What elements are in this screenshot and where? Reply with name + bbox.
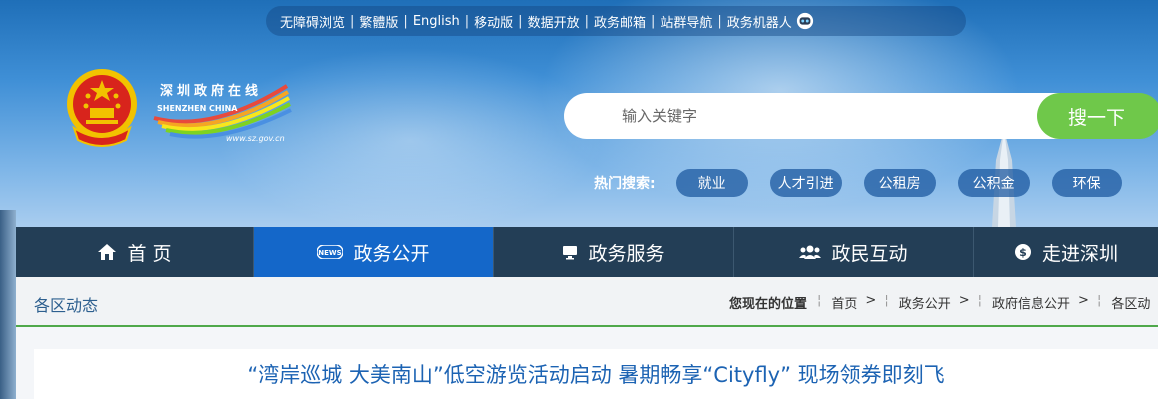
utility-bar: 无障碍浏览 | 繁體版 | English | 移动版 | 数据开放 | 政务邮箱 | 站群… xyxy=(266,6,966,36)
news-icon: NEWS xyxy=(317,245,344,259)
breadcrumb-home[interactable]: 首页 xyxy=(831,293,857,312)
hot-tag-talent[interactable]: 人才引进 xyxy=(769,169,842,197)
search-input[interactable] xyxy=(564,93,1064,139)
open-data-link[interactable]: 数据开放 xyxy=(528,12,580,31)
gov-mail-link[interactable]: 政务邮箱 xyxy=(594,12,646,31)
nav-label: 走进深圳 xyxy=(1041,242,1118,265)
nav-label: 首 页 xyxy=(127,242,172,265)
nav-label: 政务公开 xyxy=(353,242,430,265)
svg-text:$: $ xyxy=(1019,246,1027,259)
logo-chinese-name: 深圳政府在线 xyxy=(160,84,263,99)
hot-search-label: 热门搜索: xyxy=(594,176,656,192)
nav-item-home[interactable]: 首 页 xyxy=(16,227,254,277)
hot-tag-environment[interactable]: 环保 xyxy=(1051,169,1122,197)
article-title: “湾岸巡城 大美南山”低空游览活动启动 暑期畅享“Cityfly” 现场领券即刻… xyxy=(247,363,945,387)
logo-english-name: SHENZHEN CHINA xyxy=(157,104,238,113)
english-link[interactable]: English xyxy=(413,14,460,29)
search-button[interactable]: 搜一下 xyxy=(1037,93,1158,139)
national-emblem-icon xyxy=(67,69,137,147)
breadcrumb-gov-affairs[interactable]: 政务公开 xyxy=(899,293,951,312)
building-decoration xyxy=(0,210,16,399)
traditional-chinese-link[interactable]: 繁體版 xyxy=(359,12,398,31)
hot-tag-employment[interactable]: 就业 xyxy=(675,169,748,197)
nav-label: 政务服务 xyxy=(588,242,665,265)
section-title: 各区动态 xyxy=(34,296,99,315)
nav-item-about-shenzhen[interactable]: $ 走进深圳 xyxy=(974,227,1158,277)
nav-label: 政民互动 xyxy=(831,242,908,265)
people-icon xyxy=(799,244,822,260)
hot-tag-public-housing[interactable]: 公租房 xyxy=(863,169,936,197)
mobile-version-link[interactable]: 移动版 xyxy=(474,12,513,31)
home-icon xyxy=(97,243,117,261)
gov-robot-link[interactable]: 政务机器人 xyxy=(727,12,792,31)
breadcrumb-bar: 各区动态 您现在的位置 ¦ 首页 > ¦ 政务公开 > ¦ 政府信息公开 > ¦ 各区… xyxy=(16,277,1158,327)
hot-search-bar: 热门搜索: 就业 人才引进 公租房 公积金 环保 xyxy=(594,169,1144,197)
breadcrumb: 您现在的位置 ¦ 首页 > ¦ 政务公开 > ¦ 政府信息公开 > ¦ 各区动 xyxy=(729,293,1151,312)
logo-url: www.sz.gov.cn xyxy=(226,134,285,143)
accessibility-link[interactable]: 无障碍浏览 xyxy=(280,12,345,31)
hot-tag-housing-fund[interactable]: 公积金 xyxy=(957,169,1030,197)
info-icon: $ xyxy=(1014,243,1032,261)
breadcrumb-gov-info[interactable]: 政府信息公开 xyxy=(992,293,1070,312)
svg-text:NEWS: NEWS xyxy=(319,249,342,257)
main-nav: 首 页 NEWS 政务公开 政务服务 政民互动 $ 走进深圳 xyxy=(16,227,1158,277)
nav-item-gov-affairs[interactable]: NEWS 政务公开 xyxy=(254,227,494,277)
breadcrumb-current-label: 您现在的位置 xyxy=(729,297,808,312)
nav-item-interaction[interactable]: 政民互动 xyxy=(734,227,974,277)
nav-item-gov-services[interactable]: 政务服务 xyxy=(494,227,734,277)
site-group-nav-link[interactable]: 站群导航 xyxy=(660,12,712,31)
monitor-icon xyxy=(562,244,578,260)
breadcrumb-district-news[interactable]: 各区动 xyxy=(1111,293,1150,312)
article-header: “湾岸巡城 大美南山”低空游览活动启动 暑期畅享“Cityfly” 现场领券即刻… xyxy=(34,349,1158,399)
robot-icon[interactable] xyxy=(796,12,814,30)
